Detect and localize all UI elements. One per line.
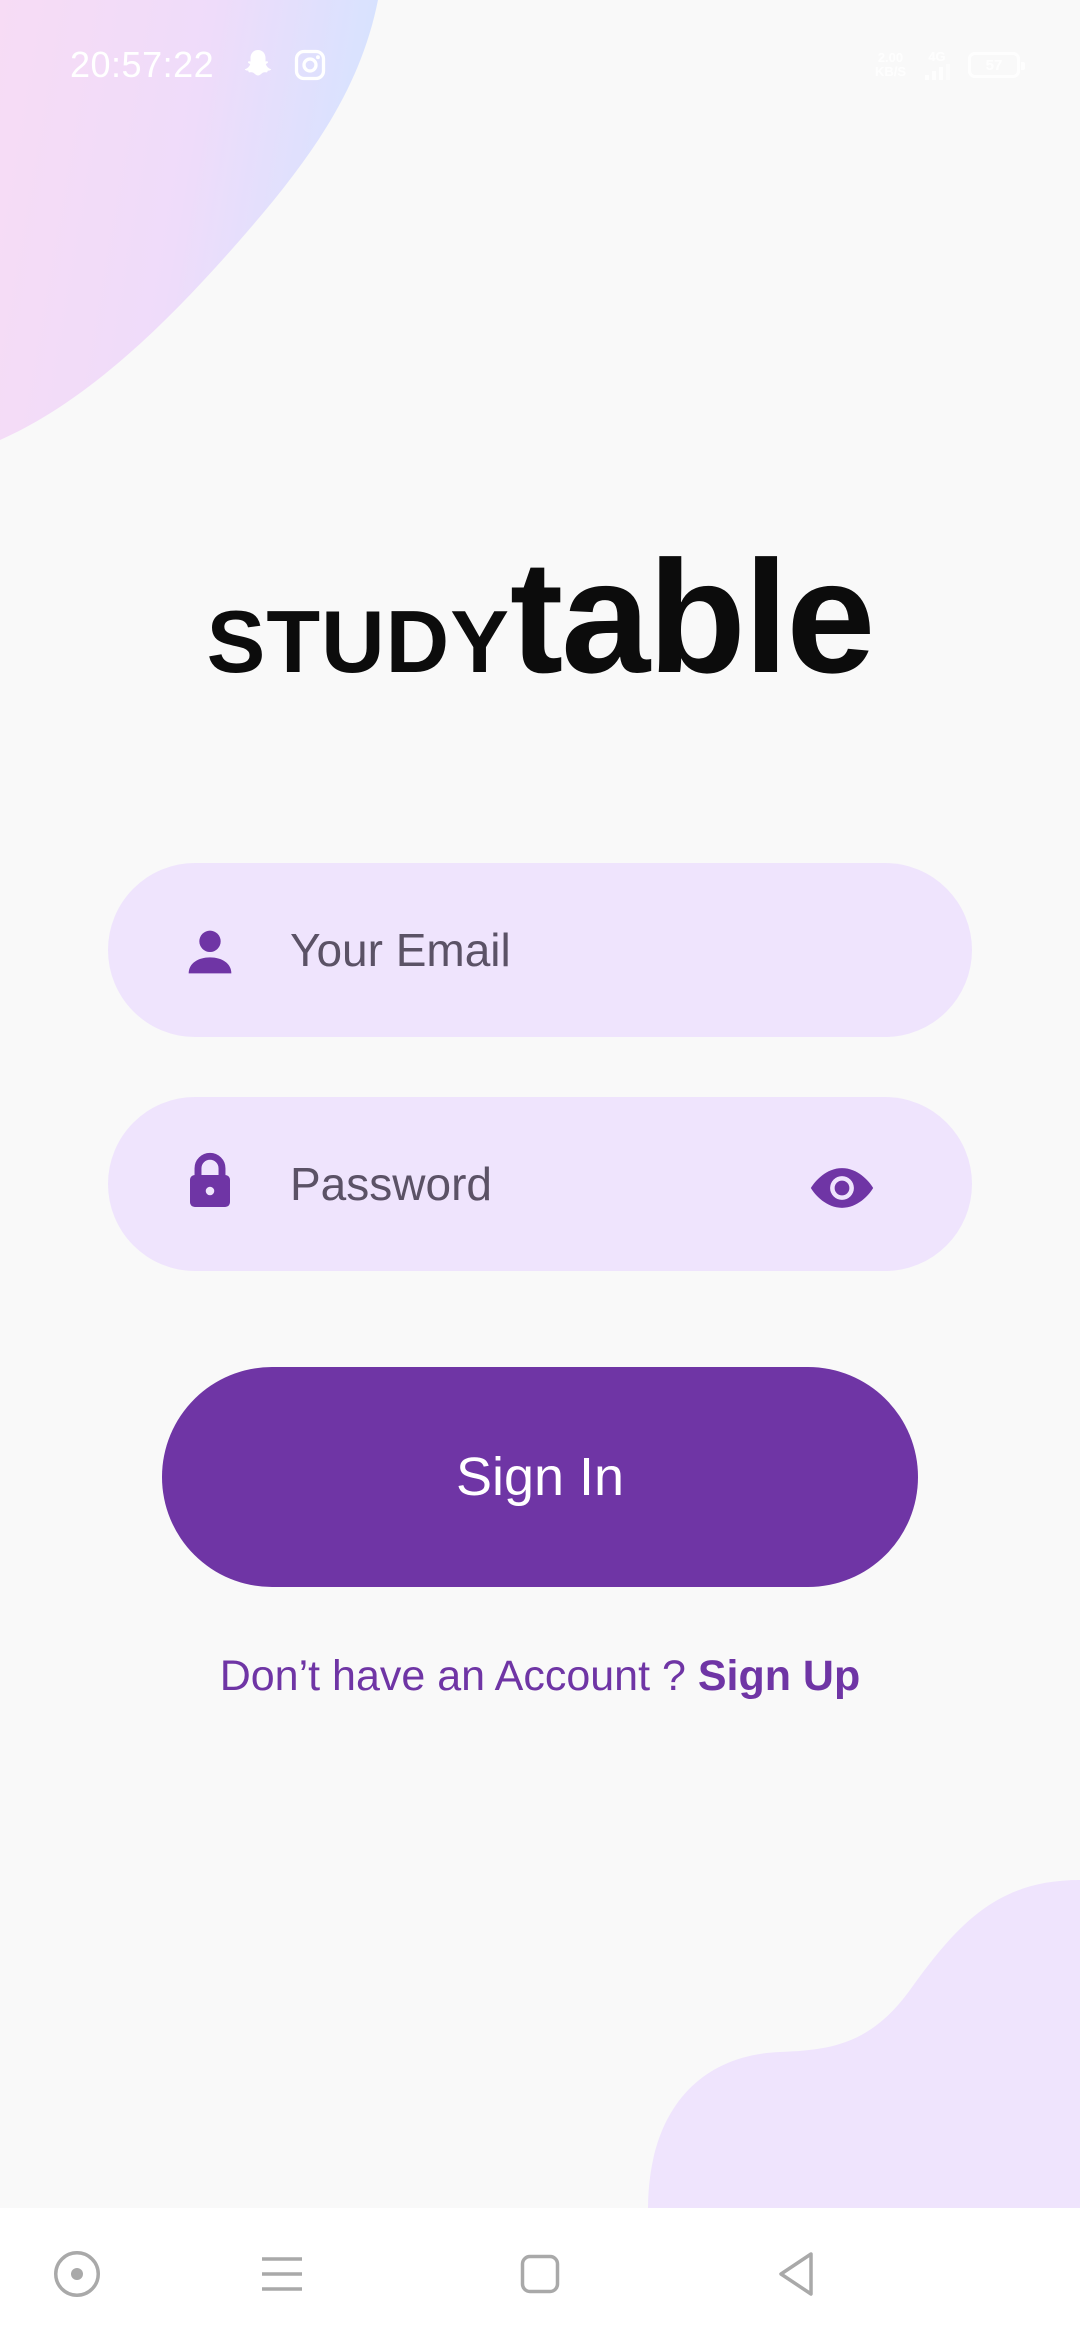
status-time: 20:57:22 xyxy=(70,44,215,85)
signal-icon xyxy=(925,64,950,80)
password-input[interactable] xyxy=(288,1156,792,1212)
signal-indicator: 4G xyxy=(924,50,950,80)
snapchat-icon xyxy=(244,50,272,76)
lock-icon xyxy=(190,1152,230,1207)
signup-prompt: Don’t have an Account ? Sign Up xyxy=(0,1652,1080,1701)
home-icon[interactable] xyxy=(510,2244,570,2304)
app-logo: STUDYtable xyxy=(0,525,1080,709)
signup-prompt-text: Don’t have an Account ? xyxy=(219,1652,698,1700)
eye-icon[interactable] xyxy=(808,1154,876,1222)
password-field[interactable] xyxy=(108,1097,972,1271)
status-indicators: 2.00 KB/S 4G 57 xyxy=(874,50,1025,80)
email-input[interactable] xyxy=(288,922,792,978)
back-icon[interactable] xyxy=(766,2244,826,2304)
logo-table: table xyxy=(509,527,875,706)
person-icon xyxy=(188,930,232,974)
navigation-bar xyxy=(0,2208,1080,2340)
logo-study: STUDY xyxy=(206,592,510,691)
sign-up-link[interactable]: Sign Up xyxy=(698,1652,860,1700)
sign-in-button[interactable]: Sign In xyxy=(162,1367,918,1587)
decorative-blob-bottom xyxy=(648,1880,1080,2210)
assistant-icon[interactable] xyxy=(47,2244,107,2304)
battery-icon: 57 xyxy=(968,52,1025,78)
status-bar: 20:57:22 2.00 KB/S 4G 57 xyxy=(0,0,1080,130)
menu-icon[interactable] xyxy=(252,2244,312,2304)
network-speed: 2.00 KB/S xyxy=(874,50,906,79)
instagram-icon xyxy=(294,49,326,81)
email-field[interactable] xyxy=(108,863,972,1037)
